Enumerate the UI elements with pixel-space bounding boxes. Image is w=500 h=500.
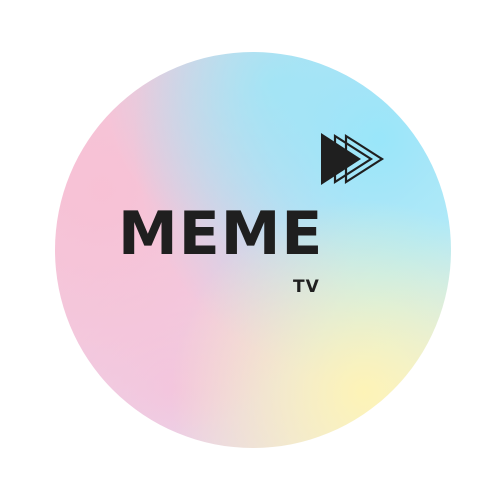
fast-forward-icon <box>321 133 385 185</box>
logo-canvas: MEME TV <box>0 0 500 500</box>
brand-title: MEME <box>118 199 324 269</box>
brand-subtitle: TV <box>293 277 320 297</box>
